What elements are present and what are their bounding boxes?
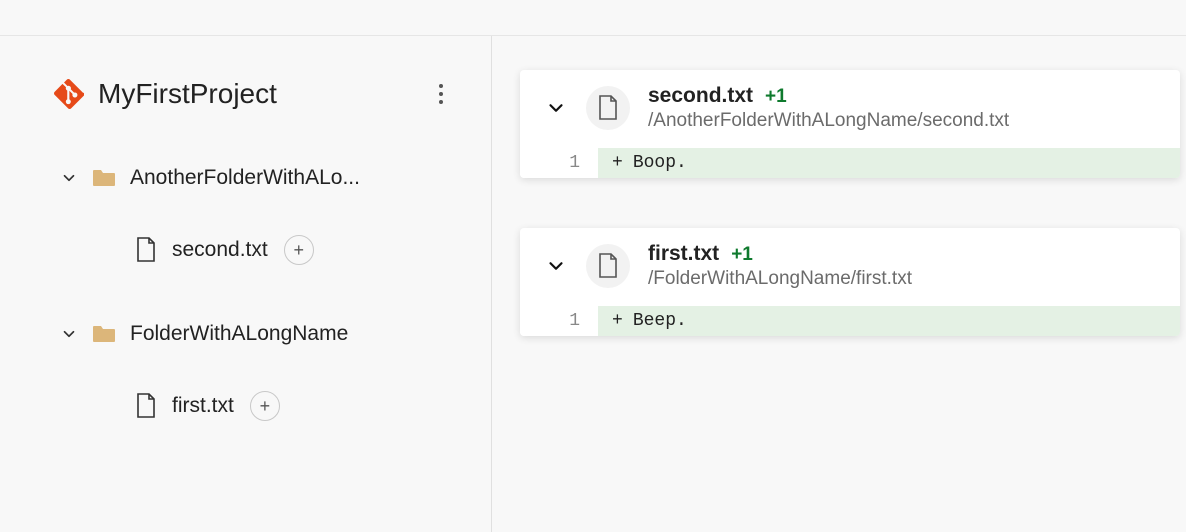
tree-folder-row[interactable]: AnotherFolderWithALo... — [58, 156, 459, 200]
diff-card: second.txt +1 /AnotherFolderWithALongNam… — [520, 70, 1180, 178]
tree-folder-row[interactable]: FolderWithALongName — [58, 312, 459, 356]
chevron-down-icon — [58, 167, 80, 189]
diff-line-added: 1 + Boop. — [520, 148, 1180, 178]
file-label: first.txt — [172, 394, 234, 418]
git-icon — [54, 79, 84, 109]
diff-card-header[interactable]: first.txt +1 /FolderWithALongName/first.… — [520, 228, 1180, 294]
more-menu-button[interactable] — [423, 76, 459, 112]
top-toolbar-spacer — [0, 0, 1186, 36]
chevron-down-icon — [58, 323, 80, 345]
diff-pane: second.txt +1 /AnotherFolderWithALongNam… — [492, 36, 1186, 532]
diff-delta-added: +1 — [731, 244, 753, 266]
diff-title-wrap: second.txt +1 /AnotherFolderWithALongNam… — [648, 84, 1009, 132]
file-icon — [586, 244, 630, 288]
diff-body: 1 + Beep. — [520, 306, 1180, 336]
diff-line-content: + Boop. — [598, 148, 1180, 178]
file-icon — [586, 86, 630, 130]
diff-card-header[interactable]: second.txt +1 /AnotherFolderWithALongNam… — [520, 70, 1180, 136]
diff-filename: first.txt — [648, 242, 719, 266]
chevron-down-icon — [544, 254, 568, 278]
diff-plus-marker: + — [612, 153, 623, 173]
folder-icon — [92, 167, 118, 189]
project-title: MyFirstProject — [98, 78, 409, 110]
diff-body: 1 + Boop. — [520, 148, 1180, 178]
diff-line-number: 1 — [520, 306, 598, 336]
diff-filepath: /AnotherFolderWithALongName/second.txt — [648, 110, 1009, 132]
added-badge: + — [284, 235, 314, 265]
tree-file-row[interactable]: first.txt + — [136, 384, 459, 428]
diff-line-text: Beep. — [633, 311, 687, 331]
diff-filepath: /FolderWithALongName/first.txt — [648, 268, 912, 290]
file-label: second.txt — [172, 238, 268, 262]
diff-delta-added: +1 — [765, 86, 787, 108]
diff-plus-marker: + — [612, 311, 623, 331]
folder-icon — [92, 323, 118, 345]
diff-line-added: 1 + Beep. — [520, 306, 1180, 336]
tree-file-row[interactable]: second.txt + — [136, 228, 459, 272]
diff-line-content: + Beep. — [598, 306, 1180, 336]
main-layout: MyFirstProject AnotherFolderWithALo... — [0, 36, 1186, 532]
chevron-down-icon — [544, 96, 568, 120]
folder-label: FolderWithALongName — [130, 322, 348, 346]
file-icon — [136, 236, 160, 264]
diff-card: first.txt +1 /FolderWithALongName/first.… — [520, 228, 1180, 336]
diff-filename: second.txt — [648, 84, 753, 108]
diff-title-wrap: first.txt +1 /FolderWithALongName/first.… — [648, 242, 912, 290]
diff-line-text: Boop. — [633, 153, 687, 173]
project-header: MyFirstProject — [54, 76, 459, 112]
folder-label: AnotherFolderWithALo... — [130, 166, 360, 190]
diff-line-number: 1 — [520, 148, 598, 178]
sidebar: MyFirstProject AnotherFolderWithALo... — [0, 36, 492, 532]
added-badge: + — [250, 391, 280, 421]
file-icon — [136, 392, 160, 420]
